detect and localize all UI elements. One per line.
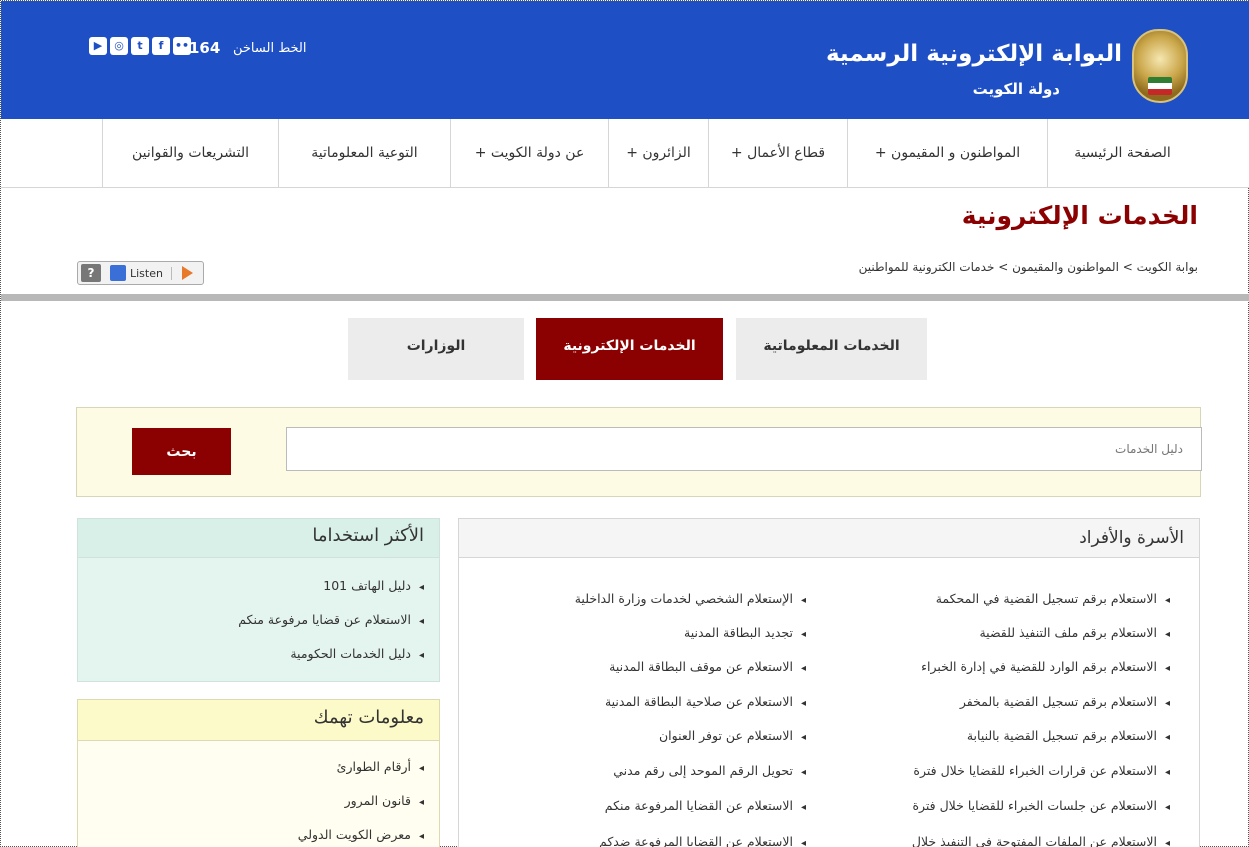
service-link[interactable]: الإستعلام الشخصي لخدمات وزارة الداخلية — [575, 591, 806, 606]
nav-item-visitors[interactable]: الزائرون + — [608, 119, 708, 188]
nav-item-home[interactable]: الصفحة الرئيسية — [1047, 119, 1197, 188]
family-panel-title: الأسرة والأفراد — [1079, 528, 1184, 548]
flickr-icon[interactable]: •• — [173, 37, 191, 55]
service-link[interactable]: الاستعلام عن موقف البطاقة المدنية — [609, 659, 806, 674]
service-link[interactable]: تحويل الرقم الموحد إلى رقم مدني — [613, 763, 806, 778]
service-link[interactable]: الاستعلام عن قرارات الخبراء للقضايا خلال… — [913, 763, 1170, 778]
search-button[interactable]: بحث — [132, 428, 231, 475]
nav-item-about-kuwait[interactable]: عن دولة الكويت + — [450, 119, 608, 188]
speaker-icon — [110, 265, 126, 281]
site-subtitle: دولة الكويت — [972, 80, 1060, 98]
useful-info-title: معلومات تهمك — [313, 707, 424, 728]
most-used-link[interactable]: الاستعلام عن قضايا مرفوعة منكم — [238, 612, 424, 627]
nav-item-legislation[interactable]: التشريعات والقوانين — [102, 119, 278, 188]
listen-widget[interactable]: ? Listen — [77, 261, 204, 285]
facebook-icon[interactable]: f — [152, 37, 170, 55]
social-icons: ▶ ◎ t f •• — [89, 37, 191, 55]
youtube-icon[interactable]: ▶ — [89, 37, 107, 55]
service-link[interactable]: الاستعلام عن القضايا المرفوعة منكم — [605, 798, 806, 813]
search-input[interactable] — [286, 427, 1202, 471]
tab-ministries[interactable]: الوزارات — [348, 318, 524, 380]
service-link[interactable]: الاستعلام برقم تسجيل القضية في المحكمة — [936, 591, 1170, 606]
site-header: البوابة الإلكترونية الرسمية دولة الكويت … — [1, 1, 1249, 119]
section-divider — [1, 294, 1249, 301]
play-icon[interactable] — [181, 266, 193, 280]
service-link[interactable]: الاستعلام عن القضايا المرفوعة ضدكم — [599, 834, 806, 847]
service-link[interactable]: الاستعلام عن توفر العنوان — [659, 728, 806, 743]
service-link[interactable]: تجديد البطاقة المدنية — [684, 625, 806, 640]
service-link[interactable]: الاستعلام عن صلاحية البطاقة المدنية — [605, 694, 806, 709]
page-title: الخدمات الإلكترونية — [961, 201, 1198, 230]
instagram-icon[interactable]: ◎ — [110, 37, 128, 55]
breadcrumb[interactable]: بوابة الكويت > المواطنون والمقيمون > خدم… — [859, 260, 1198, 274]
service-link[interactable]: الاستعلام عن الملفات المفتوحة في التنفيذ… — [912, 834, 1170, 847]
twitter-icon[interactable]: t — [131, 37, 149, 55]
service-link[interactable]: الاستعلام برقم ملف التنفيذ للقضية — [979, 625, 1170, 640]
service-link[interactable]: الاستعلام برقم الوارد للقضية في إدارة ال… — [921, 659, 1170, 674]
service-link[interactable]: الاستعلام برقم تسجيل القضية بالمخفر — [960, 694, 1170, 709]
most-used-link[interactable]: دليل الخدمات الحكومية — [290, 646, 424, 661]
hotline-label: الخط الساخن — [233, 41, 307, 56]
most-used-link[interactable]: دليل الهاتف 101 — [323, 578, 424, 593]
tab-information-services[interactable]: الخدمات المعلوماتية — [736, 318, 927, 380]
useful-info-link[interactable]: قانون المرور — [345, 793, 424, 808]
help-icon[interactable]: ? — [81, 264, 101, 282]
main-nav: الصفحة الرئيسية المواطنون و المقيمون + ق… — [1, 119, 1249, 188]
listen-label[interactable]: Listen — [130, 266, 172, 280]
service-link[interactable]: الاستعلام عن جلسات الخبراء للقضايا خلال … — [912, 798, 1170, 813]
tab-electronic-services[interactable]: الخدمات الإلكترونية — [536, 318, 723, 380]
kuwait-emblem-logo[interactable] — [1132, 29, 1188, 103]
site-title[interactable]: البوابة الإلكترونية الرسمية — [826, 41, 1122, 67]
nav-item-citizens[interactable]: المواطنون و المقيمون + — [847, 119, 1047, 188]
most-used-title: الأكثر استخداما — [312, 525, 424, 546]
useful-info-link[interactable]: معرض الكويت الدولي — [298, 827, 424, 842]
useful-info-link[interactable]: أرقام الطوارئ — [337, 759, 424, 774]
hotline-number: 164 — [189, 39, 221, 57]
nav-item-business[interactable]: قطاع الأعمال + — [708, 119, 847, 188]
nav-item-awareness[interactable]: التوعية المعلوماتية — [278, 119, 450, 188]
service-link[interactable]: الاستعلام برقم تسجيل القضية بالنيابة — [967, 728, 1170, 743]
